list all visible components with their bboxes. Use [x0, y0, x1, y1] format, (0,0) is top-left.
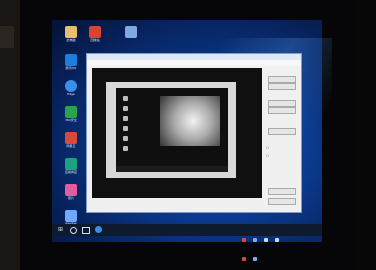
desktop-icon-photos[interactable]: 照片 — [54, 184, 88, 200]
monitor-app-icon — [125, 26, 137, 38]
system-tray — [242, 227, 292, 261]
desktop-icon-qq[interactable]: 腾讯QQ — [54, 54, 88, 70]
desktop-icon-store[interactable]: 应用商店 — [54, 158, 88, 174]
control-panel-icon — [65, 210, 77, 222]
panel-checkbox[interactable]: ☐ — [266, 146, 269, 150]
desktop-icon-label: 腾讯QQ — [65, 66, 77, 70]
desktop-icon-security[interactable]: 360安全 — [54, 106, 88, 122]
this-pc-icon — [65, 26, 77, 38]
wall-object — [0, 26, 14, 48]
input-method-icon[interactable] — [253, 257, 258, 261]
edge-taskbar-icon[interactable] — [95, 226, 102, 233]
panel-button[interactable] — [268, 76, 296, 83]
desktop-icon-label: 回收站 — [90, 38, 100, 42]
panel-button[interactable] — [268, 198, 296, 205]
store-icon — [65, 158, 77, 170]
monitor-photo: 此电脑 回收站 腾讯QQ Edge 360安全 网易云 应用商店 照片 ☐ ☐ … — [0, 0, 376, 270]
qq-icon — [65, 54, 77, 66]
panel-button[interactable] — [268, 188, 296, 195]
tray-app-icon[interactable] — [253, 238, 258, 242]
recycle-bin-icon — [89, 26, 101, 38]
preview-monitor-frame — [106, 82, 236, 178]
panel-button[interactable] — [268, 83, 296, 90]
tray-app-icon[interactable] — [242, 257, 246, 261]
security-icon — [65, 106, 77, 118]
preview-taskbar — [116, 166, 228, 172]
desktop-icon-recycle[interactable]: 回收站 — [78, 26, 112, 42]
desktop-icon-label: Edge — [67, 92, 75, 96]
windows-taskbar: ⊞ — [52, 224, 322, 261]
control-panel: ☐ ☐ — [265, 68, 297, 208]
panel-button[interactable] — [268, 107, 296, 114]
preview-desktop-icons — [120, 96, 132, 166]
volume-icon[interactable] — [275, 238, 280, 242]
tray-app-icon[interactable] — [242, 238, 246, 242]
video-preview — [92, 68, 262, 198]
desktop-icon-label: 360安全 — [65, 118, 77, 122]
task-view-icon[interactable] — [82, 227, 90, 234]
desktop-icon-label: 照片 — [67, 196, 74, 200]
preview-screen — [116, 88, 228, 172]
desktop-icon-music[interactable]: 网易云 — [54, 132, 88, 148]
capture-app-window: ☐ ☐ — [86, 53, 302, 213]
music-icon — [65, 132, 77, 144]
desktop-icon-label: 网易云 — [66, 144, 76, 148]
window-menubar — [87, 60, 301, 66]
network-icon[interactable] — [264, 238, 269, 242]
panel-button[interactable] — [268, 100, 296, 107]
status-bar — [91, 202, 261, 208]
photos-icon — [65, 184, 77, 196]
preview-nested-window — [160, 96, 220, 146]
panel-button[interactable] — [268, 128, 296, 135]
panel-checkbox[interactable]: ☐ — [266, 154, 269, 158]
desktop-icon-edge[interactable]: Edge — [54, 80, 88, 96]
desktop-icon-label: 应用商店 — [64, 170, 77, 174]
windows-start-icon[interactable]: ⊞ — [58, 227, 63, 233]
edge-icon — [65, 80, 77, 92]
search-icon[interactable] — [70, 227, 77, 234]
desktop-icon-monitor[interactable] — [114, 26, 148, 38]
